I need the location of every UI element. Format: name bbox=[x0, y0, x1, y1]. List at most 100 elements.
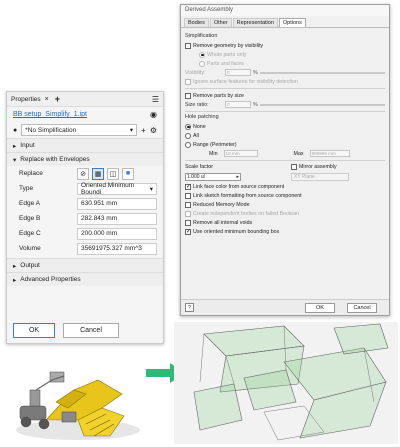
link-sketch-option[interactable]: Link sketch formatting from source compo… bbox=[185, 191, 385, 200]
hole-patching-group-label: Hole patching bbox=[185, 114, 219, 120]
ignore-surface-label: Ignore surface features for visibility d… bbox=[193, 78, 298, 85]
edge-b-field[interactable]: 282.843 mm bbox=[77, 212, 157, 225]
hole-all-option[interactable]: All bbox=[185, 131, 385, 140]
max-label: Max bbox=[293, 150, 304, 157]
size-ratio-input[interactable]: 0 bbox=[225, 101, 251, 108]
edge-c-label: Edge C bbox=[19, 230, 41, 237]
min-input[interactable]: 10 mm bbox=[223, 150, 258, 157]
hole-all-label: All bbox=[193, 132, 199, 139]
chevron-right-icon: ▸ bbox=[13, 276, 17, 284]
size-ratio-label: Size ratio: bbox=[185, 101, 209, 108]
mirror-plane-value: XY Plane bbox=[294, 173, 315, 180]
tab-options[interactable]: Options bbox=[278, 18, 306, 27]
section-output-label: Output bbox=[20, 262, 40, 269]
envelope-each-icon[interactable]: ▦ bbox=[92, 167, 104, 180]
close-tab-icon[interactable]: × bbox=[45, 96, 49, 103]
edge-b-label: Edge B bbox=[19, 215, 41, 222]
parts-faces-option[interactable]: Parts and faces bbox=[185, 59, 385, 68]
remove-voids-checkbox[interactable] bbox=[185, 219, 191, 226]
scale-plane-row: 1.000 ul ▸ XY Plane bbox=[185, 171, 385, 182]
create-independent-checkbox[interactable] bbox=[185, 210, 191, 217]
box-icon[interactable]: ■ bbox=[122, 167, 134, 180]
envelope-all-icon[interactable]: ◫ bbox=[107, 167, 119, 180]
tab-bodies[interactable]: Bodies bbox=[184, 18, 209, 27]
edge-a-field[interactable]: 630.951 mm bbox=[77, 197, 157, 210]
whole-parts-radio[interactable] bbox=[199, 51, 205, 58]
min-label: Min bbox=[209, 150, 218, 157]
reduced-memory-checkbox[interactable] bbox=[185, 201, 191, 208]
volume-field[interactable]: 35691975.327 mm^3 bbox=[77, 242, 157, 255]
derived-assembly-dialog: Derived Assembly Bodies Other Representa… bbox=[180, 4, 390, 316]
section-advanced[interactable]: ▸ Advanced Properties bbox=[7, 272, 163, 286]
file-link[interactable]: BB setup_Simplify_1.ipt bbox=[13, 111, 87, 118]
dialog-ok-button[interactable]: OK bbox=[305, 303, 335, 313]
add-tab-icon[interactable]: + bbox=[55, 94, 60, 104]
max-input[interactable]: 999999 mm bbox=[309, 150, 350, 157]
menu-icon[interactable]: ☰ bbox=[152, 95, 159, 104]
link-face-option[interactable]: Link face color from source component bbox=[185, 182, 385, 191]
remove-visibility-checkbox[interactable] bbox=[185, 42, 191, 49]
properties-tabbar: Properties × + ☰ bbox=[7, 92, 163, 107]
chevron-down-icon: ▾ bbox=[149, 185, 153, 193]
ok-button[interactable]: OK bbox=[13, 323, 55, 338]
scale-factor-input[interactable]: 1.000 ul ▸ bbox=[185, 172, 241, 181]
type-row: Type Oriented Minimum Boundi ▾ bbox=[7, 181, 163, 196]
visibility-input[interactable]: 0 bbox=[225, 69, 251, 76]
simplification-select[interactable]: *No Simplification ▾ bbox=[21, 124, 138, 136]
remove-voids-option[interactable]: Remove all internal voids bbox=[185, 218, 385, 227]
remove-size-option[interactable]: Remove parts by size bbox=[185, 91, 385, 100]
oriented-box-checkbox[interactable] bbox=[185, 228, 191, 235]
section-replace-label: Replace with Envelopes bbox=[20, 156, 90, 163]
gear-icon[interactable]: ⚙ bbox=[150, 126, 157, 135]
oriented-box-option[interactable]: Use oriented minimum bounding box bbox=[185, 227, 385, 236]
dialog-cancel-button[interactable]: Cancel bbox=[347, 303, 377, 313]
tab-representation[interactable]: Representation bbox=[232, 18, 278, 27]
hole-range-option[interactable]: Range (Perimeter) bbox=[185, 140, 385, 149]
percent-label: % bbox=[253, 69, 258, 76]
eye-icon[interactable]: ◉ bbox=[150, 110, 157, 119]
reduced-memory-option[interactable]: Reduced Memory Mode bbox=[185, 200, 385, 209]
help-icon[interactable]: ? bbox=[185, 303, 194, 312]
type-select[interactable]: Oriented Minimum Boundi ▾ bbox=[77, 182, 157, 196]
replace-row: Replace ⊘ ▦ ◫ ■ bbox=[7, 166, 163, 181]
visibility-row: Visibility: 0 % bbox=[185, 68, 385, 77]
remove-voids-label: Remove all internal voids bbox=[193, 219, 253, 226]
parts-faces-radio[interactable] bbox=[199, 60, 205, 67]
remove-visibility-option[interactable]: Remove geometry by visibility bbox=[185, 41, 385, 50]
whole-parts-option[interactable]: Whole parts only bbox=[185, 50, 385, 59]
mirror-assembly-checkbox[interactable] bbox=[291, 164, 297, 170]
link-sketch-checkbox[interactable] bbox=[185, 192, 191, 199]
mirror-assembly-label: Mirror assembly bbox=[299, 164, 337, 170]
oriented-box-label: Use oriented minimum bounding box bbox=[193, 228, 280, 235]
size-ratio-slider[interactable] bbox=[259, 103, 385, 106]
create-independent-option[interactable]: Create independent bodies on failed Bool… bbox=[185, 209, 385, 218]
mirror-plane-select[interactable]: XY Plane bbox=[291, 172, 349, 181]
hole-range-radio[interactable] bbox=[185, 141, 191, 148]
chevron-right-icon: ▸ bbox=[13, 142, 17, 150]
tab-other[interactable]: Other bbox=[209, 18, 232, 27]
add-icon[interactable]: + bbox=[141, 126, 146, 135]
properties-buttons: OK Cancel bbox=[13, 323, 119, 338]
scale-factor-value: 1.000 ul bbox=[187, 173, 205, 180]
remove-size-checkbox[interactable] bbox=[185, 92, 191, 99]
section-output[interactable]: ▸ Output bbox=[7, 258, 163, 272]
hole-all-radio[interactable] bbox=[185, 132, 191, 139]
section-replace[interactable]: ▾ Replace with Envelopes bbox=[7, 152, 163, 166]
visibility-slider[interactable] bbox=[259, 71, 385, 74]
ignore-surface-option[interactable]: Ignore surface features for visibility d… bbox=[185, 77, 385, 86]
edge-a-row: Edge A 630.951 mm bbox=[7, 196, 163, 211]
chevron-down-icon: ▾ bbox=[13, 156, 17, 164]
chevron-right-icon: ▸ bbox=[236, 173, 239, 180]
edge-c-row: Edge C 200.000 mm bbox=[7, 226, 163, 241]
section-input[interactable]: ▸ Input bbox=[7, 138, 163, 152]
dialog-footer: ? OK Cancel bbox=[181, 299, 389, 315]
link-face-checkbox[interactable] bbox=[185, 183, 191, 190]
cancel-button[interactable]: Cancel bbox=[63, 323, 119, 338]
hole-none-option[interactable]: None bbox=[185, 122, 385, 131]
no-replace-icon[interactable]: ⊘ bbox=[77, 167, 89, 180]
hole-none-radio[interactable] bbox=[185, 123, 191, 130]
edge-c-field[interactable]: 200.000 mm bbox=[77, 227, 157, 240]
ignore-surface-checkbox[interactable] bbox=[185, 78, 191, 85]
properties-tab[interactable]: Properties bbox=[11, 96, 41, 103]
properties-panel: Properties × + ☰ BB setup_Simplify_1.ipt… bbox=[6, 91, 164, 344]
